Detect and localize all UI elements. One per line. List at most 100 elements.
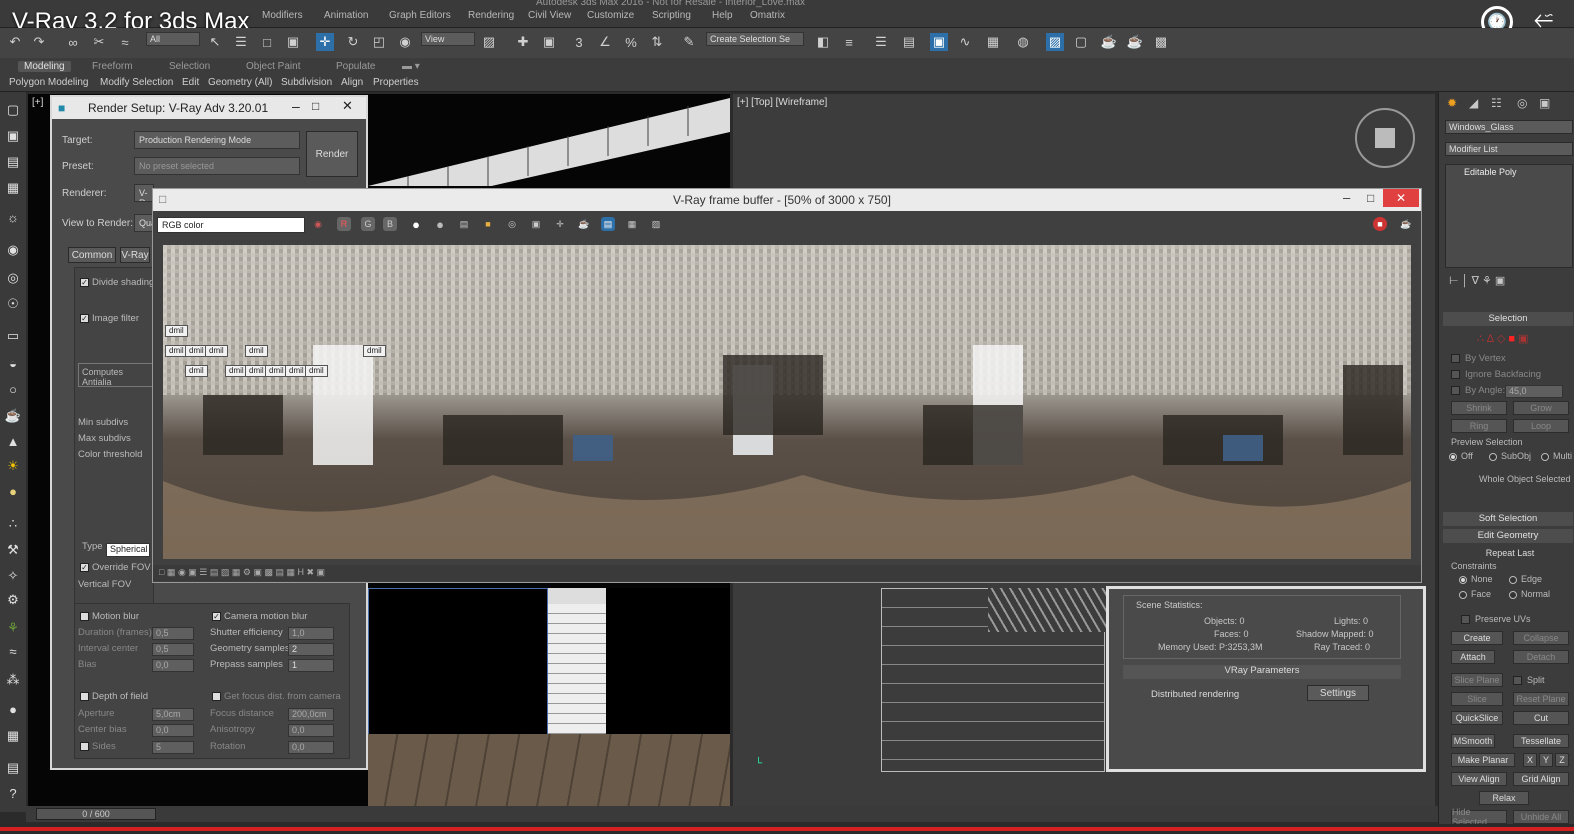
bind-space-warp-icon[interactable]: ≈ [116, 33, 134, 51]
dome-light-icon[interactable]: ● [3, 484, 23, 502]
menu-animation[interactable]: Animation [324, 10, 368, 21]
mono-icon[interactable]: ● [433, 217, 447, 232]
menu-modifiers[interactable]: Modifiers [262, 10, 303, 21]
preserve-uvs-checkbox[interactable] [1461, 615, 1470, 624]
render-button[interactable]: Render [306, 131, 358, 177]
ribbon-tab-object-paint[interactable]: Object Paint [246, 61, 300, 72]
target-dropdown[interactable]: Production Rendering Mode [134, 131, 300, 149]
anisotropy-spinner[interactable]: 0,0 [288, 724, 334, 737]
named-selection-set-dropdown[interactable]: Create Selection Se [706, 32, 804, 46]
mirror-icon[interactable]: ◧ [814, 33, 832, 51]
frame-buffer-bottom-icons[interactable]: □ ▦ ◉ ▣ ☰ ▤ ▨ ▦ ⚙ ▣ ▩ ▤ ▦ H ✖ ▣ [159, 567, 325, 578]
material-ball-icon[interactable]: ● [3, 702, 23, 720]
msmooth-button[interactable]: MSmooth [1451, 734, 1495, 748]
camera-icon[interactable]: ◉ [3, 242, 23, 260]
compass-icon[interactable]: ✧ [3, 568, 23, 586]
slice-button[interactable]: Slice [1451, 692, 1503, 706]
focus-distance-spinner[interactable]: 200,0cm [288, 708, 334, 721]
menu-omatrix[interactable]: Omatrix [750, 10, 785, 21]
center-bias-spinner[interactable]: 0,0 [152, 724, 194, 737]
hide-selected-button[interactable]: Hide Selected [1451, 807, 1507, 827]
ribbon-geometry-all[interactable]: Geometry (All) [208, 77, 272, 88]
help-icon[interactable]: ? [3, 786, 23, 804]
select-by-name-icon[interactable]: ☰ [232, 33, 250, 51]
select-move-icon[interactable]: ✛ [316, 33, 334, 51]
subobject-level-icons[interactable]: ∴ ∆ ◇ ■ ▣ [1477, 332, 1528, 345]
override-fov-checkbox[interactable]: ✓ [80, 563, 89, 572]
save-image-icon[interactable]: ▤ [457, 217, 471, 231]
grid-align-button[interactable]: Grid Align [1513, 772, 1569, 786]
align-icon[interactable]: ≡ [840, 33, 858, 51]
edit-named-sets-icon[interactable]: ✎ [680, 33, 698, 51]
fur-icon[interactable]: ⁂ [3, 672, 23, 690]
focus-from-camera-checkbox[interactable] [212, 692, 221, 701]
manipulate-icon[interactable]: ✚ [514, 33, 532, 51]
relax-button[interactable]: Relax [1479, 791, 1529, 805]
tab-common[interactable]: Common [68, 247, 116, 263]
minimize-icon[interactable]: – [292, 98, 300, 114]
create-button[interactable]: Create [1451, 631, 1503, 645]
render-production-icon[interactable]: ☕ [1100, 33, 1118, 51]
layers-icon[interactable]: ▦ [3, 728, 23, 746]
collapse-button[interactable]: Collapse [1513, 631, 1569, 645]
grow-button[interactable]: Grow [1513, 401, 1569, 415]
red-channel-toggle[interactable]: R [337, 217, 351, 231]
close-icon[interactable]: ✕ [1383, 189, 1419, 207]
loop-button[interactable]: Loop [1513, 419, 1569, 433]
by-angle-checkbox[interactable] [1451, 386, 1460, 395]
menu-scripting[interactable]: Scripting [652, 10, 691, 21]
preview-multi-radio[interactable] [1541, 453, 1549, 461]
ribbon-polygon-modeling[interactable]: Polygon Modeling [9, 77, 89, 88]
lens-effects-icon[interactable]: ▤ [601, 217, 615, 231]
schematic-view-icon[interactable]: ▦ [984, 33, 1002, 51]
ribbon-properties[interactable]: Properties [373, 77, 419, 88]
menu-civil-view[interactable]: Civil View [528, 10, 571, 21]
aperture-spinner[interactable]: 5,0cm [152, 708, 194, 721]
duration-spinner[interactable]: 0,5 [152, 627, 194, 640]
cone-icon[interactable]: ▲ [3, 434, 23, 452]
render-setup-titlebar[interactable]: ■ Render Setup: V-Ray Adv 3.20.01 – □ ✕ [52, 97, 366, 119]
alpha-white-icon[interactable]: ● [409, 217, 423, 232]
create-icon[interactable]: ▢ [3, 102, 23, 120]
rotation-spinner[interactable]: 0,0 [288, 741, 334, 754]
viewport-label-left[interactable]: [+] [32, 97, 43, 108]
script-icon[interactable]: ▤ [3, 760, 23, 778]
maximize-icon[interactable]: □ [1367, 191, 1374, 205]
rect-selection-icon[interactable]: □ [258, 33, 276, 51]
modifier-list-dropdown[interactable]: Modifier List [1445, 142, 1573, 156]
preview-off-radio[interactable] [1449, 453, 1457, 461]
curve-editor-icon[interactable]: ∿ [956, 33, 974, 51]
renderer-dropdown[interactable]: V-Ray [134, 184, 154, 202]
motion-icon[interactable]: ▦ [3, 180, 23, 198]
wrench-icon[interactable]: ⚒ [3, 542, 23, 560]
constraint-normal-radio[interactable] [1509, 591, 1517, 599]
object-name-field[interactable]: Windows_Glass [1445, 120, 1573, 134]
tessellate-button[interactable]: Tessellate [1513, 734, 1569, 748]
minimize-icon[interactable]: – [1343, 190, 1350, 205]
render-setup-icon[interactable]: ▨ [1046, 33, 1064, 51]
ribbon-tab-freeform[interactable]: Freeform [92, 61, 133, 72]
percent-snap-icon[interactable]: % [622, 33, 640, 51]
planar-y-button[interactable]: Y [1539, 753, 1553, 767]
stop-render-icon[interactable]: ■ [1373, 217, 1387, 231]
display-panel-icon[interactable]: ▣ [1539, 96, 1550, 110]
scene-explorer-icon[interactable]: ▤ [900, 33, 918, 51]
rendered-panorama[interactable]: dmil dmil dmil dmil dmil dmil dmil dmil … [163, 245, 1411, 559]
rendered-frame-window-icon[interactable]: ▢ [1072, 33, 1090, 51]
view-to-render-dropdown[interactable]: Quad [134, 214, 154, 232]
gear-icon[interactable]: ⚙ [3, 592, 23, 610]
ribbon-toggle-icon[interactable]: ▣ [930, 33, 948, 51]
shutter-spinner[interactable]: 1,0 [288, 627, 334, 640]
close-icon[interactable]: ✕ [342, 98, 353, 114]
teapot-icon[interactable]: ☕ [3, 408, 23, 426]
ignore-backfacing-checkbox[interactable] [1451, 370, 1460, 379]
image-filter-checkbox[interactable]: ✓ [80, 314, 89, 323]
by-vertex-checkbox[interactable] [1451, 354, 1460, 363]
select-object-icon[interactable]: ↖ [206, 33, 224, 51]
helper-icon[interactable]: ◎ [3, 270, 23, 288]
video-progress-track[interactable] [0, 824, 1574, 834]
particles-icon[interactable]: ∴ [3, 516, 23, 534]
pin-stack-icon[interactable]: ⊢ │ ∇ ⚘ ▣ [1449, 274, 1505, 287]
camera-motion-blur-checkbox[interactable]: ✓ [212, 612, 221, 621]
make-planar-button[interactable]: Make Planar [1451, 753, 1515, 767]
